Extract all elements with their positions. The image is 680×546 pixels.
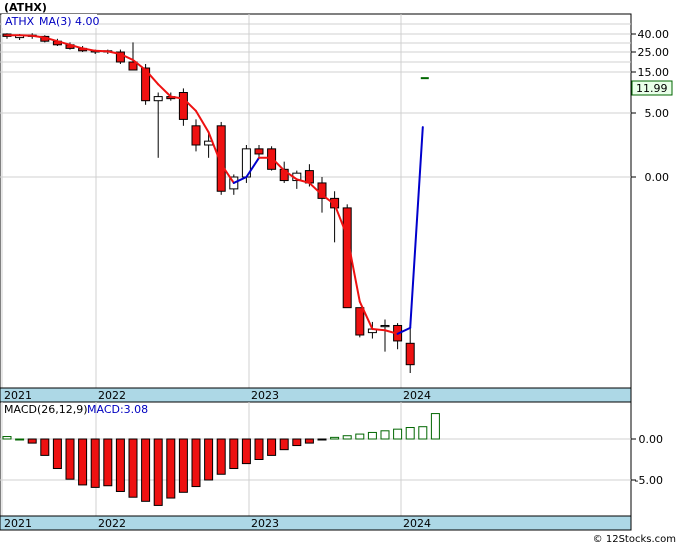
macd-bar [15,438,25,441]
price-y-tick-label: 25.00 [638,46,670,59]
macd-bar [292,438,302,447]
legend-ma-value: 4.00 [75,15,100,28]
macd-bar [367,431,377,440]
candle-body [405,342,415,366]
macd-bar [393,428,403,440]
price-x-tick-label: 2023 [251,389,279,402]
macd-bar [141,438,151,502]
price-x-tick-label: 2024 [403,389,431,402]
macd-bar [27,438,37,444]
macd-bar [78,438,88,486]
macd-y-tick-label: 0.00 [639,433,664,446]
macd-bar [267,438,277,456]
macd-bar [254,438,264,460]
macd-bar [90,438,100,488]
macd-x-tick-label: 2024 [403,517,431,530]
macd-bar [317,438,327,441]
macd-bar [191,438,201,488]
macd-legend-value: MACD:3.08 [87,403,148,416]
macd-bar [40,438,50,456]
footer-credit: © 12Stocks.com [593,534,676,545]
macd-x-tick-label: 2021 [4,517,32,530]
macd-bar [128,438,138,498]
stock-chart: (ATHX) 40.00 25.00 15.00 5.00 0.00 ATHX MA(3… [0,0,680,546]
background [0,0,680,546]
macd-bar [115,438,125,492]
candle-body [178,92,188,120]
macd-bar [153,438,163,506]
candle-body [254,148,264,155]
macd-y-tick-label: -5.00 [635,474,663,487]
last-price-value: 11.99 [636,82,668,95]
macd-bar [430,413,440,440]
candle-body [355,307,365,336]
candle [355,307,365,338]
price-y-tick-label: 5.00 [645,107,670,120]
price-y-tick-label: 15.00 [638,66,670,79]
chart-title: (ATHX) [4,1,47,14]
macd-bar [405,427,415,440]
macd-legend-label: MACD(26,12,9) [4,403,88,416]
price-x-tick-label: 2021 [4,389,32,402]
price-x-tick-label: 2022 [98,389,126,402]
legend-symbol: ATHX [5,15,35,28]
candle-body [342,207,352,309]
macd-x-axis-band [0,515,632,531]
macd-bar [178,438,188,493]
macd-bar [216,438,226,475]
macd-bar [2,436,12,440]
candle-body [153,96,163,102]
legend-ma-label: MA(3) [39,15,72,28]
macd-bar [103,438,113,487]
macd-bar [52,438,62,470]
macd-bar [204,438,214,481]
macd-bar [304,438,314,444]
macd-bar [166,438,176,499]
macd-bar [342,435,352,440]
macd-bar [279,438,289,451]
macd-bar [65,438,75,480]
moving-average-segment [18,34,34,37]
macd-bar [241,438,251,465]
macd-bar [418,426,428,440]
moving-average-segment [94,49,109,53]
moving-average-segment [371,328,386,332]
macd-bar [330,436,340,440]
candle [115,49,125,64]
macd-bar [229,438,239,470]
price-x-axis-band [0,387,632,403]
price-y-tick-label: 40.00 [638,28,670,41]
candle-body [380,324,390,328]
macd-x-tick-label: 2023 [251,517,279,530]
macd-x-tick-label: 2022 [98,517,126,530]
macd-bar [355,433,365,440]
price-y-tick-label: 0.00 [645,171,670,184]
macd-bar [380,430,390,440]
candle-body [304,170,314,184]
candle-body [191,125,201,146]
